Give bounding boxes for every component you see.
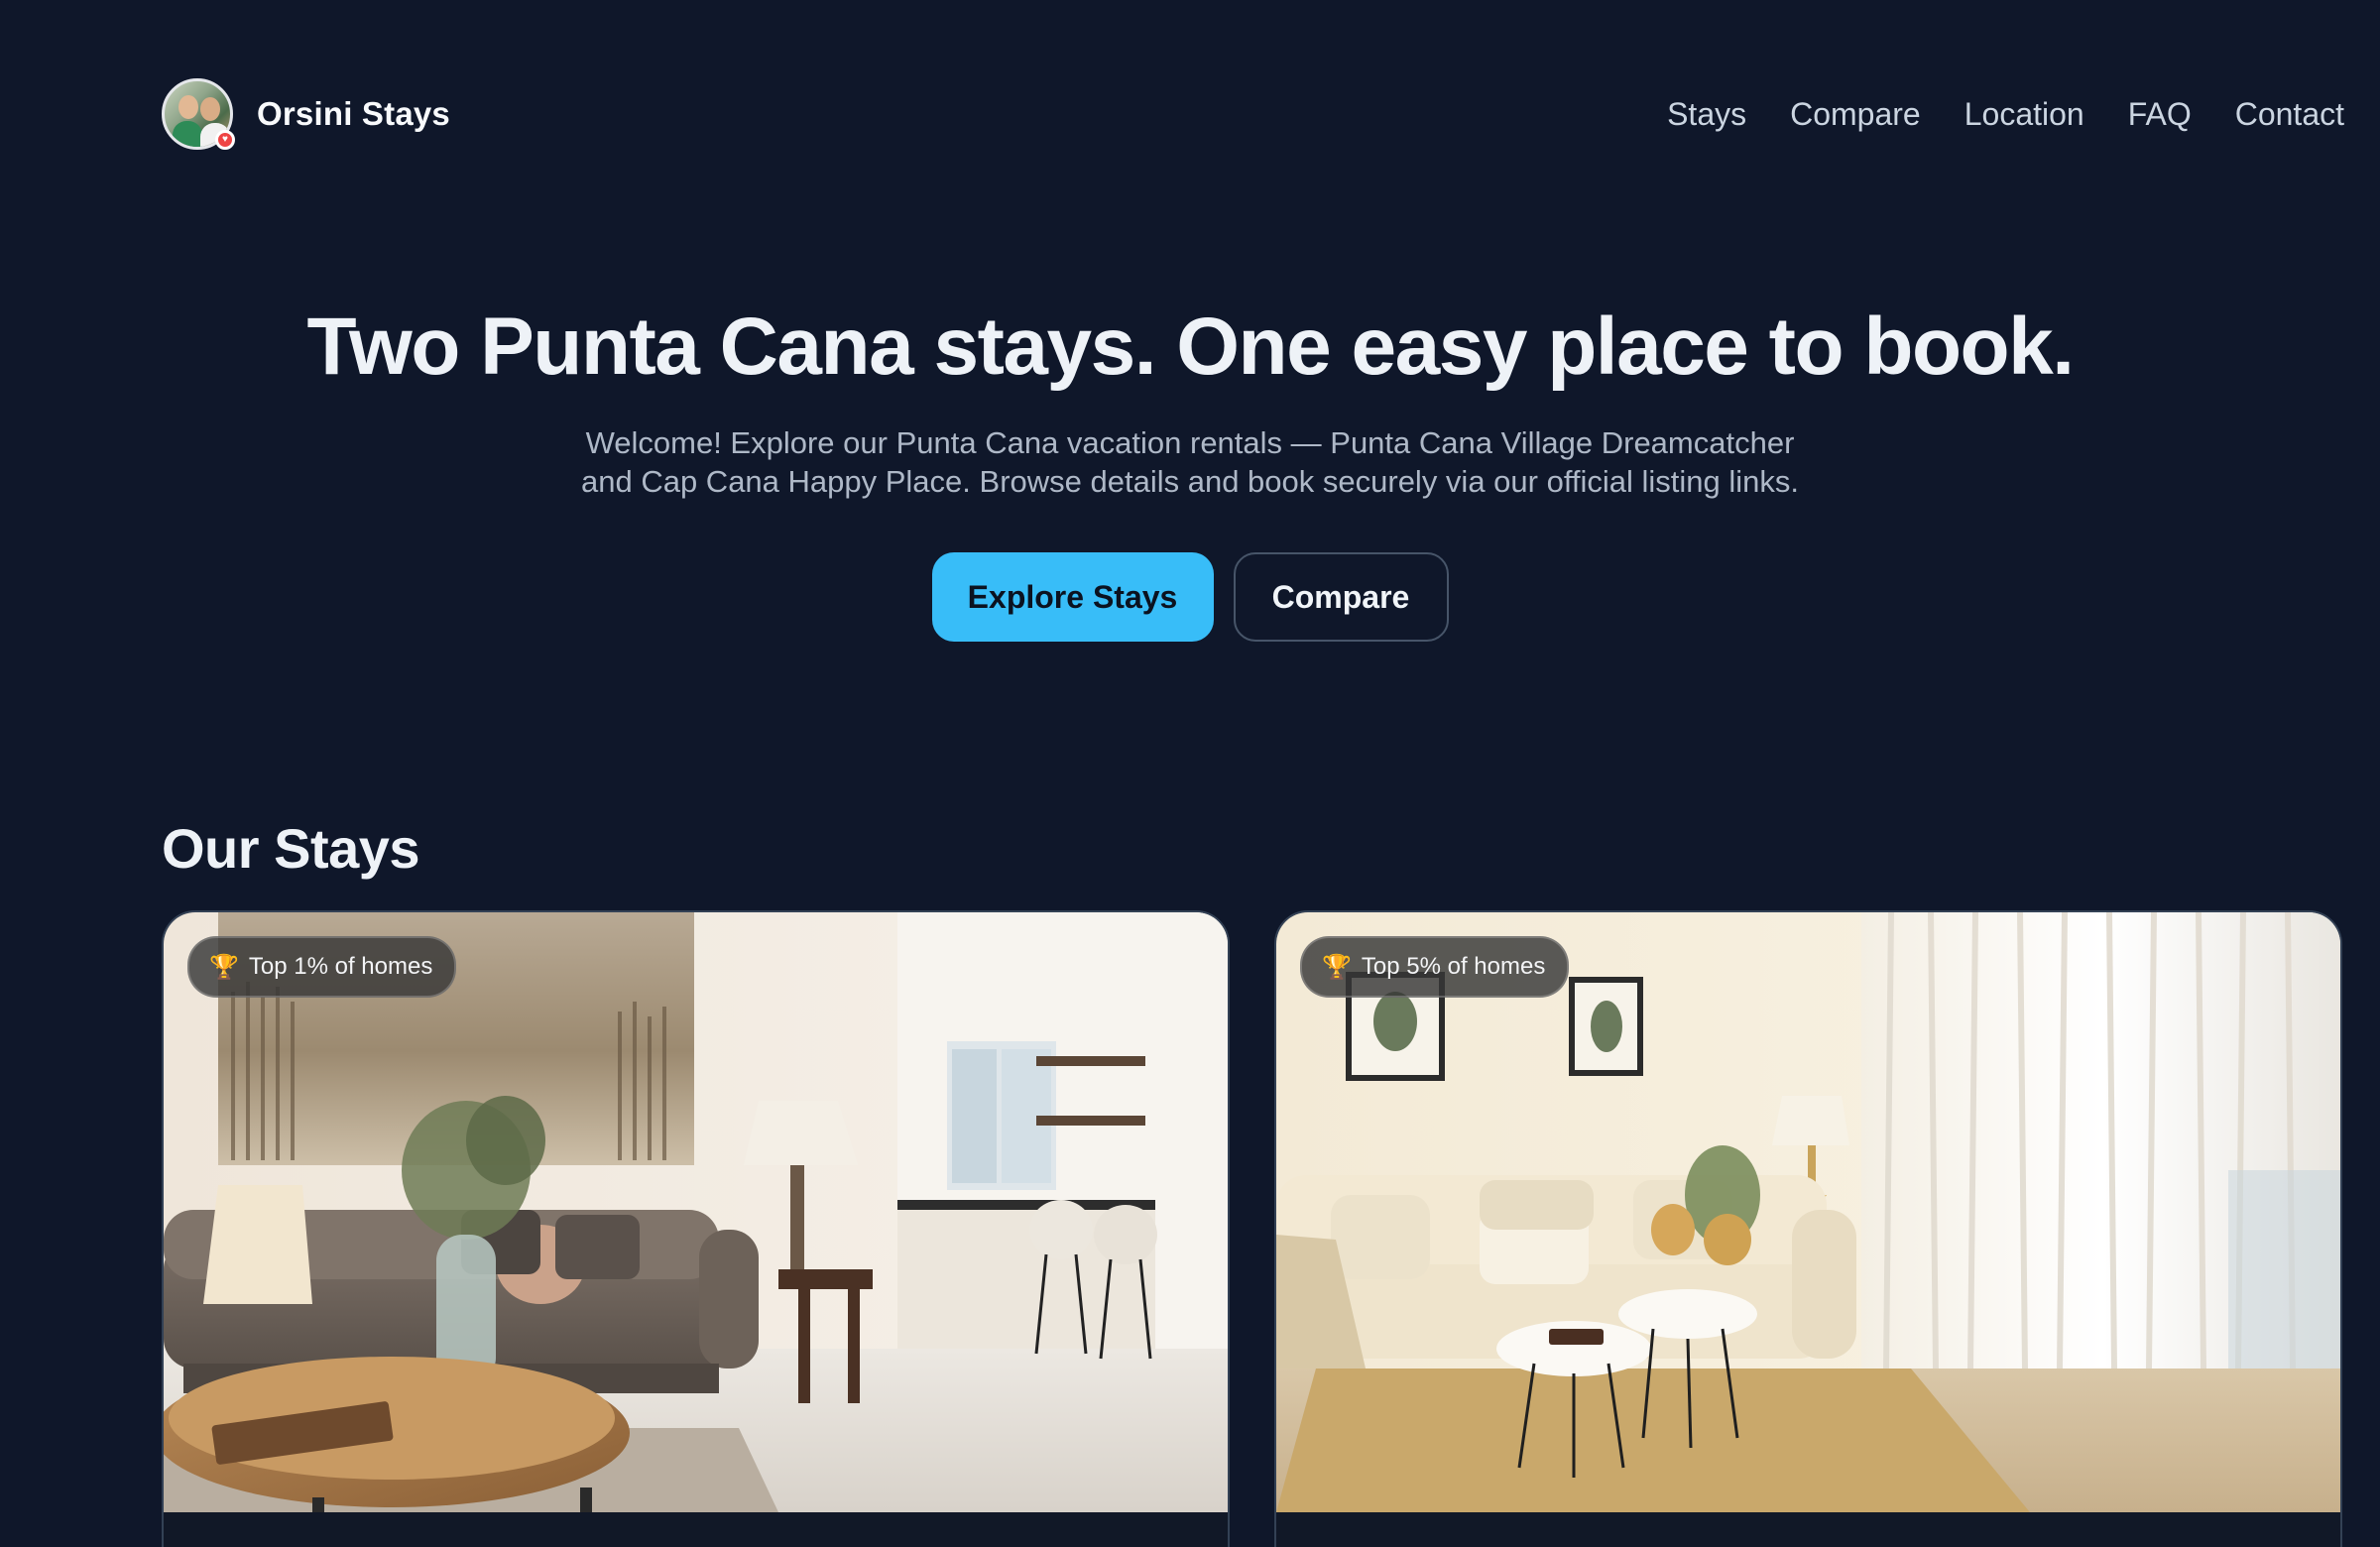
card-body: [164, 1512, 1228, 1547]
hero-subtitle-line-1: Welcome! Explore our Punta Cana vacation…: [585, 425, 1795, 460]
rating-badge: 🏆 Top 5% of homes: [1300, 936, 1570, 998]
nav-link-stays[interactable]: Stays: [1667, 96, 1746, 133]
rating-badge-label: Top 5% of homes: [1361, 953, 1546, 980]
nav-link-faq[interactable]: FAQ: [2128, 96, 2192, 133]
stay-card-happy-place[interactable]: 🏆 Top 5% of homes: [1274, 910, 2342, 1547]
site-header: ♥ Orsini Stays Stays Compare Location FA…: [162, 73, 2344, 155]
hero-actions: Explore Stays Compare: [0, 552, 2380, 642]
card-body: [1276, 1512, 2340, 1547]
explore-stays-button[interactable]: Explore Stays: [931, 552, 1214, 642]
hero-subtitle: Welcome! Explore our Punta Cana vacation…: [545, 423, 1835, 501]
brand-name: Orsini Stays: [257, 95, 450, 132]
hero-section: Two Punta Cana stays. One easy place to …: [0, 293, 2380, 642]
trophy-icon: 🏆: [209, 953, 239, 981]
brand-link[interactable]: ♥ Orsini Stays: [162, 78, 450, 150]
stay-card-dreamcatcher[interactable]: 🏆 Top 1% of homes: [162, 910, 1230, 1547]
trophy-icon: 🏆: [1322, 953, 1352, 981]
hero-subtitle-line-2: and Cap Cana Happy Place. Browse details…: [580, 464, 1800, 499]
heart-icon: ♥: [215, 130, 235, 150]
page: ♥ Orsini Stays Stays Compare Location FA…: [0, 0, 2380, 1547]
hero-title: Two Punta Cana stays. One easy place to …: [306, 301, 2075, 392]
section-title-our-stays: Our Stays: [162, 817, 420, 880]
stay-photo-living-room: [1276, 912, 2340, 1512]
rating-badge-label: Top 1% of homes: [248, 953, 433, 980]
main-nav: Stays Compare Location FAQ Contact: [1667, 96, 2344, 133]
rating-badge: 🏆 Top 1% of homes: [187, 936, 457, 998]
stay-photo-living-room: [164, 912, 1228, 1512]
nav-link-contact[interactable]: Contact: [2235, 96, 2344, 133]
nav-link-location[interactable]: Location: [1964, 96, 2084, 133]
nav-link-compare[interactable]: Compare: [1790, 96, 1921, 133]
avatar-container: ♥: [162, 78, 235, 150]
compare-button[interactable]: Compare: [1233, 552, 1449, 642]
